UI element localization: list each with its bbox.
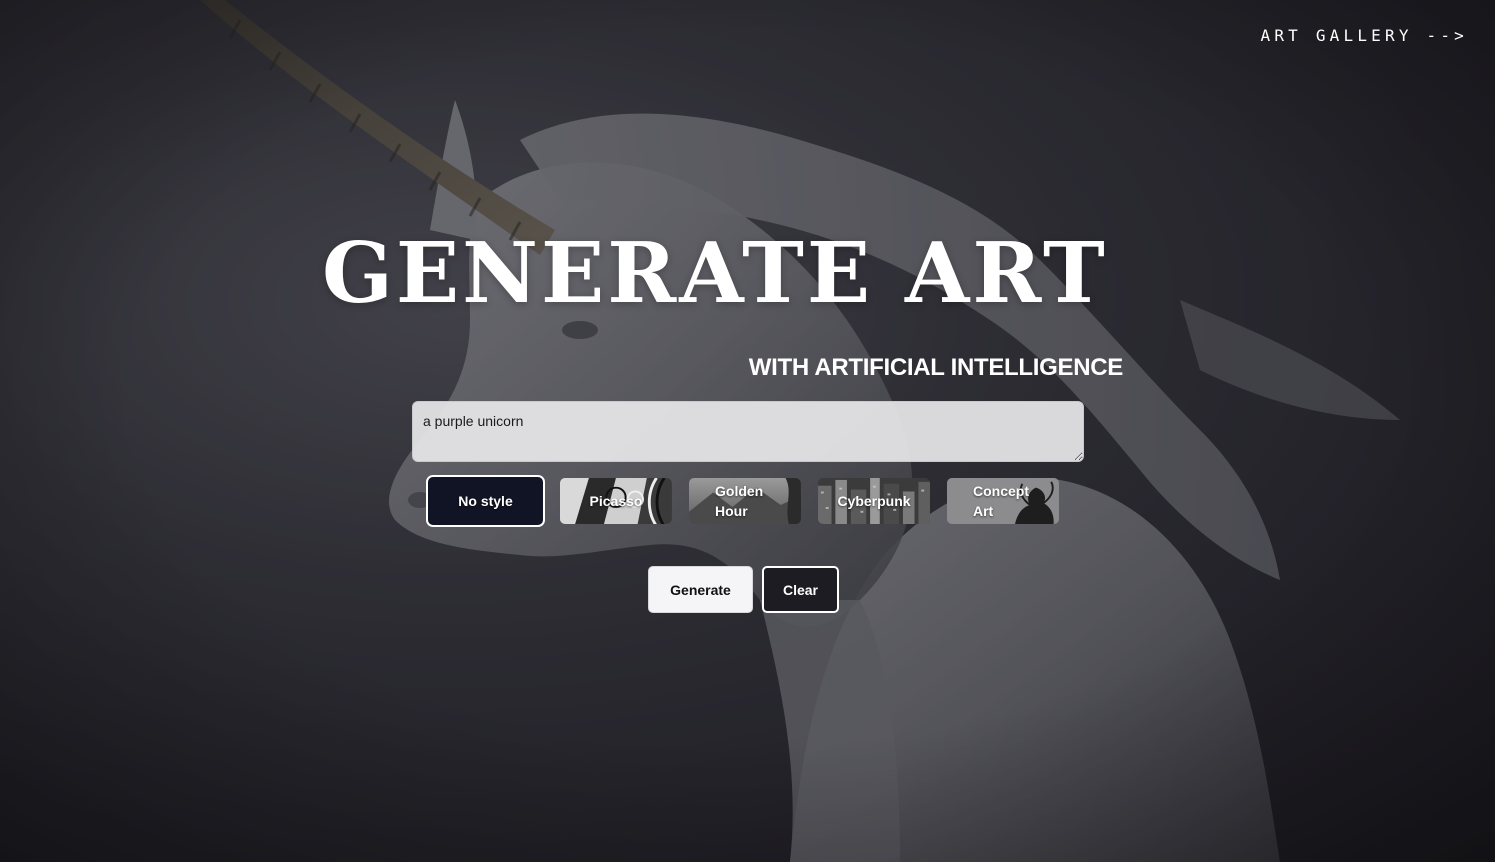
style-option-label: No style <box>458 493 513 509</box>
generate-button[interactable]: Generate <box>648 566 753 613</box>
style-option-label: Golden Hour <box>715 483 764 519</box>
style-option-no-style[interactable]: No style <box>426 475 545 527</box>
style-option-picasso[interactable]: Picasso <box>558 476 674 526</box>
style-selector: No style Picasso Golden Hour Cyberpunk C… <box>426 475 1061 527</box>
page-subtitle: WITH ARTIFICIAL INTELLIGENCE <box>748 354 1124 381</box>
page-title: GENERATE ART <box>322 224 1108 322</box>
clear-button[interactable]: Clear <box>762 566 839 613</box>
art-gallery-link[interactable]: ART GALLERY --> <box>1261 26 1469 45</box>
style-option-label: Picasso <box>589 493 643 509</box>
style-option-label: Concept Art <box>973 483 1029 519</box>
generate-art-page: ART GALLERY --> GENERATE ART WITH ARTIFI… <box>0 0 1495 862</box>
style-option-concept-art[interactable]: Concept Art <box>945 476 1061 526</box>
style-option-golden-hour[interactable]: Golden Hour <box>687 476 803 526</box>
action-buttons: Generate Clear <box>648 566 839 613</box>
style-option-label: Cyberpunk <box>837 493 911 509</box>
prompt-input[interactable]: a purple unicorn <box>412 401 1084 462</box>
style-option-cyberpunk[interactable]: Cyberpunk <box>816 476 932 526</box>
